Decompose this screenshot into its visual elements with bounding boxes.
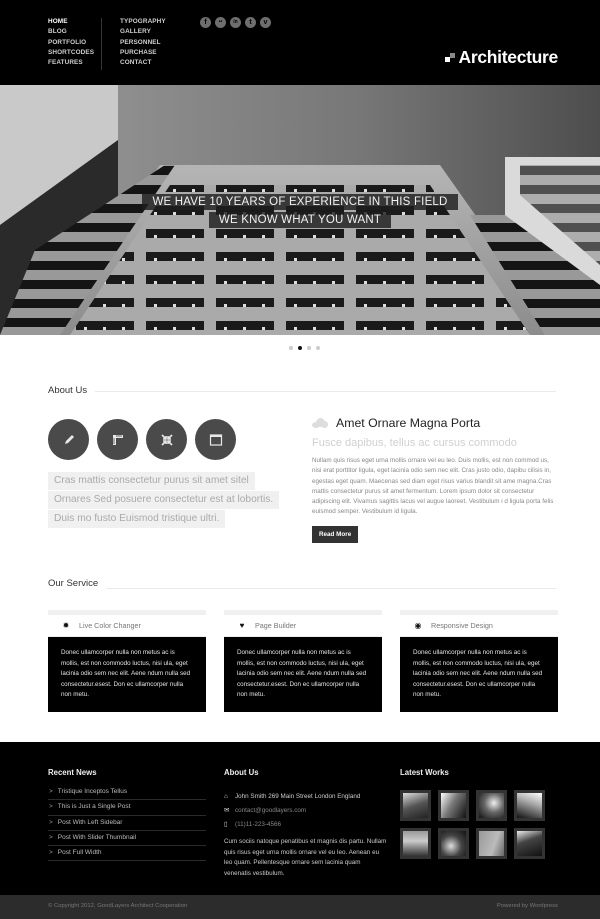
nav-typography[interactable]: TYPOGRAPHY xyxy=(120,17,166,27)
slider-pagination xyxy=(289,346,320,350)
nav-shortcodes[interactable]: SHORTCODES xyxy=(48,48,94,58)
twitter-icon[interactable]: t xyxy=(245,17,256,28)
service-body: Donec ullamcorper nulla non metus ac is … xyxy=(224,637,382,712)
site-footer: Recent News > Tristique Inceptos Tellus >… xyxy=(0,742,600,895)
copyright-bar: © Copyright 2012, GoodLayers Architect C… xyxy=(0,895,600,919)
slider-dot-2[interactable] xyxy=(298,346,302,350)
chevron-right-icon: > xyxy=(49,818,53,826)
social-links: f •• in t v xyxy=(200,17,271,28)
chevron-right-icon: > xyxy=(49,788,53,795)
slider-dot-4[interactable] xyxy=(316,346,320,350)
about-title-divider xyxy=(48,391,556,392)
nav-divider xyxy=(101,18,102,70)
service-title-divider xyxy=(48,588,556,589)
latest-works-title: Latest Works xyxy=(400,768,449,777)
logo-mark-icon xyxy=(444,52,456,63)
facebook-icon[interactable]: f xyxy=(200,17,211,28)
about-feature-icons xyxy=(48,419,236,460)
pencil-icon xyxy=(48,419,89,460)
vimeo-icon[interactable]: v xyxy=(260,17,271,28)
service-card-page-builder: ♥ Page Builder Donec ullamcorper nulla no… xyxy=(224,610,382,712)
latest-works-grid xyxy=(400,790,545,859)
copyright-text: © Copyright 2012, GoodLayers Architect C… xyxy=(48,903,188,909)
nav-contact[interactable]: CONTACT xyxy=(120,58,166,68)
about-section-title: About Us xyxy=(48,385,96,396)
heart-icon: ♥ xyxy=(239,621,245,630)
nav-purchase[interactable]: PURCHASE xyxy=(120,48,166,58)
service-title: Responsive Design xyxy=(431,621,493,630)
hero-caption-line-2: WE KNOW WHAT YOU WANT xyxy=(0,210,600,228)
phone-icon: ▯ xyxy=(224,821,228,828)
hero-caption-line-1: WE HAVE 10 YEARS OF EXPERIENCE IN THIS F… xyxy=(0,192,600,210)
footer-about-title: About Us xyxy=(224,768,259,777)
ruler-icon xyxy=(97,419,138,460)
secondary-nav: TYPOGRAPHY GALLERY PERSONNEL PURCHASE CO… xyxy=(120,17,166,68)
work-thumbnail[interactable] xyxy=(476,828,507,859)
primary-nav: HOME BLOG PORTFOLIO SHORTCODES FEATURES xyxy=(48,17,94,68)
slider-dot-1[interactable] xyxy=(289,346,293,350)
service-card-color-changer: ✹ Live Color Changer Donec ullamcorper nu… xyxy=(48,610,206,712)
address-text: John Smith 269 Main Street London Englan… xyxy=(235,792,361,800)
news-item[interactable]: > This is Just a Single Post xyxy=(48,800,206,816)
hero-slider[interactable]: WE HAVE 10 YEARS OF EXPERIENCE IN THIS F… xyxy=(0,85,600,335)
nav-portfolio[interactable]: PORTFOLIO xyxy=(48,38,94,48)
about-quote: Cras mattis consectetur purus sit amet s… xyxy=(48,472,280,529)
recent-news-list: > Tristique Inceptos Tellus > This is Just… xyxy=(48,785,206,862)
work-thumbnail[interactable] xyxy=(514,790,545,821)
home-icon: ⌂ xyxy=(224,792,228,800)
compress-icon xyxy=(146,419,187,460)
linkedin-icon[interactable]: in xyxy=(230,17,241,28)
news-item[interactable]: > Post With Left Sidebar xyxy=(48,816,206,831)
news-item[interactable]: > Post With Slider Thumbnail xyxy=(48,831,206,847)
service-body: Donec ullamcorper nulla non metus ac is … xyxy=(400,637,558,712)
site-logo[interactable]: Architecture xyxy=(444,47,559,68)
nav-blog[interactable]: BLOG xyxy=(48,27,94,37)
work-thumbnail[interactable] xyxy=(476,790,507,821)
about-article: Amet Ornare Magna Porta Fusce dapibus, t… xyxy=(312,416,557,543)
quote-line-1: Cras mattis consectetur purus sit amet s… xyxy=(48,472,255,490)
chevron-right-icon: > xyxy=(49,849,53,857)
work-thumbnail[interactable] xyxy=(400,790,431,821)
news-item[interactable]: > Tristique Inceptos Tellus xyxy=(48,785,206,801)
footer-contact: ⌂ John Smith 269 Main Street London Engla… xyxy=(224,789,389,879)
mail-icon: ✉ xyxy=(224,807,230,814)
gear-icon: ✹ xyxy=(62,621,70,630)
chevron-right-icon: > xyxy=(49,833,53,841)
eye-icon: ◉ xyxy=(414,621,422,630)
article-subtitle: Fusce dapibus, tellus ac cursus commodo xyxy=(312,437,517,449)
powered-by-link[interactable]: Powered by Wordpress xyxy=(497,903,558,909)
site-header: HOME BLOG PORTFOLIO SHORTCODES FEATURES … xyxy=(0,0,600,85)
slider-dot-3[interactable] xyxy=(307,346,311,350)
work-thumbnail[interactable] xyxy=(514,828,545,859)
chevron-right-icon: > xyxy=(49,803,53,811)
work-thumbnail[interactable] xyxy=(438,790,469,821)
quote-line-3: Duis mo fusto Euismod tristique ultri. xyxy=(48,510,226,528)
service-body: Donec ullamcorper nulla non metus ac is … xyxy=(48,637,206,712)
window-icon xyxy=(195,419,236,460)
service-title: Live Color Changer xyxy=(79,621,141,630)
footer-about-text: Cum sociis natoque penatibus et magnis d… xyxy=(224,838,387,877)
read-more-button[interactable]: Read More xyxy=(312,525,359,543)
email-link[interactable]: contact@goodlayers.com xyxy=(235,807,306,814)
flickr-icon[interactable]: •• xyxy=(215,17,226,28)
logo-text: Architecture xyxy=(458,47,559,67)
cloud-icon xyxy=(312,418,328,428)
nav-home[interactable]: HOME xyxy=(48,17,94,27)
quote-line-2: Ornares Sed posuere consectetur est at l… xyxy=(48,491,280,509)
article-body: Nullam quis risus eget urna mollis ornar… xyxy=(312,457,554,516)
work-thumbnail[interactable] xyxy=(438,828,469,859)
service-title: Page Builder xyxy=(255,621,297,630)
work-thumbnail[interactable] xyxy=(400,828,431,859)
phone-text: (11)11-223-4566 xyxy=(235,820,281,828)
nav-gallery[interactable]: GALLERY xyxy=(120,27,166,37)
nav-personnel[interactable]: PERSONNEL xyxy=(120,38,166,48)
news-item[interactable]: > Post Full Width xyxy=(48,846,206,862)
service-card-responsive: ◉ Responsive Design Donec ullamcorper nul… xyxy=(400,610,558,712)
service-section-title: Our Service xyxy=(48,578,107,589)
nav-features[interactable]: FEATURES xyxy=(48,58,94,68)
article-title: Amet Ornare Magna Porta xyxy=(336,416,481,430)
recent-news-title: Recent News xyxy=(48,768,97,777)
